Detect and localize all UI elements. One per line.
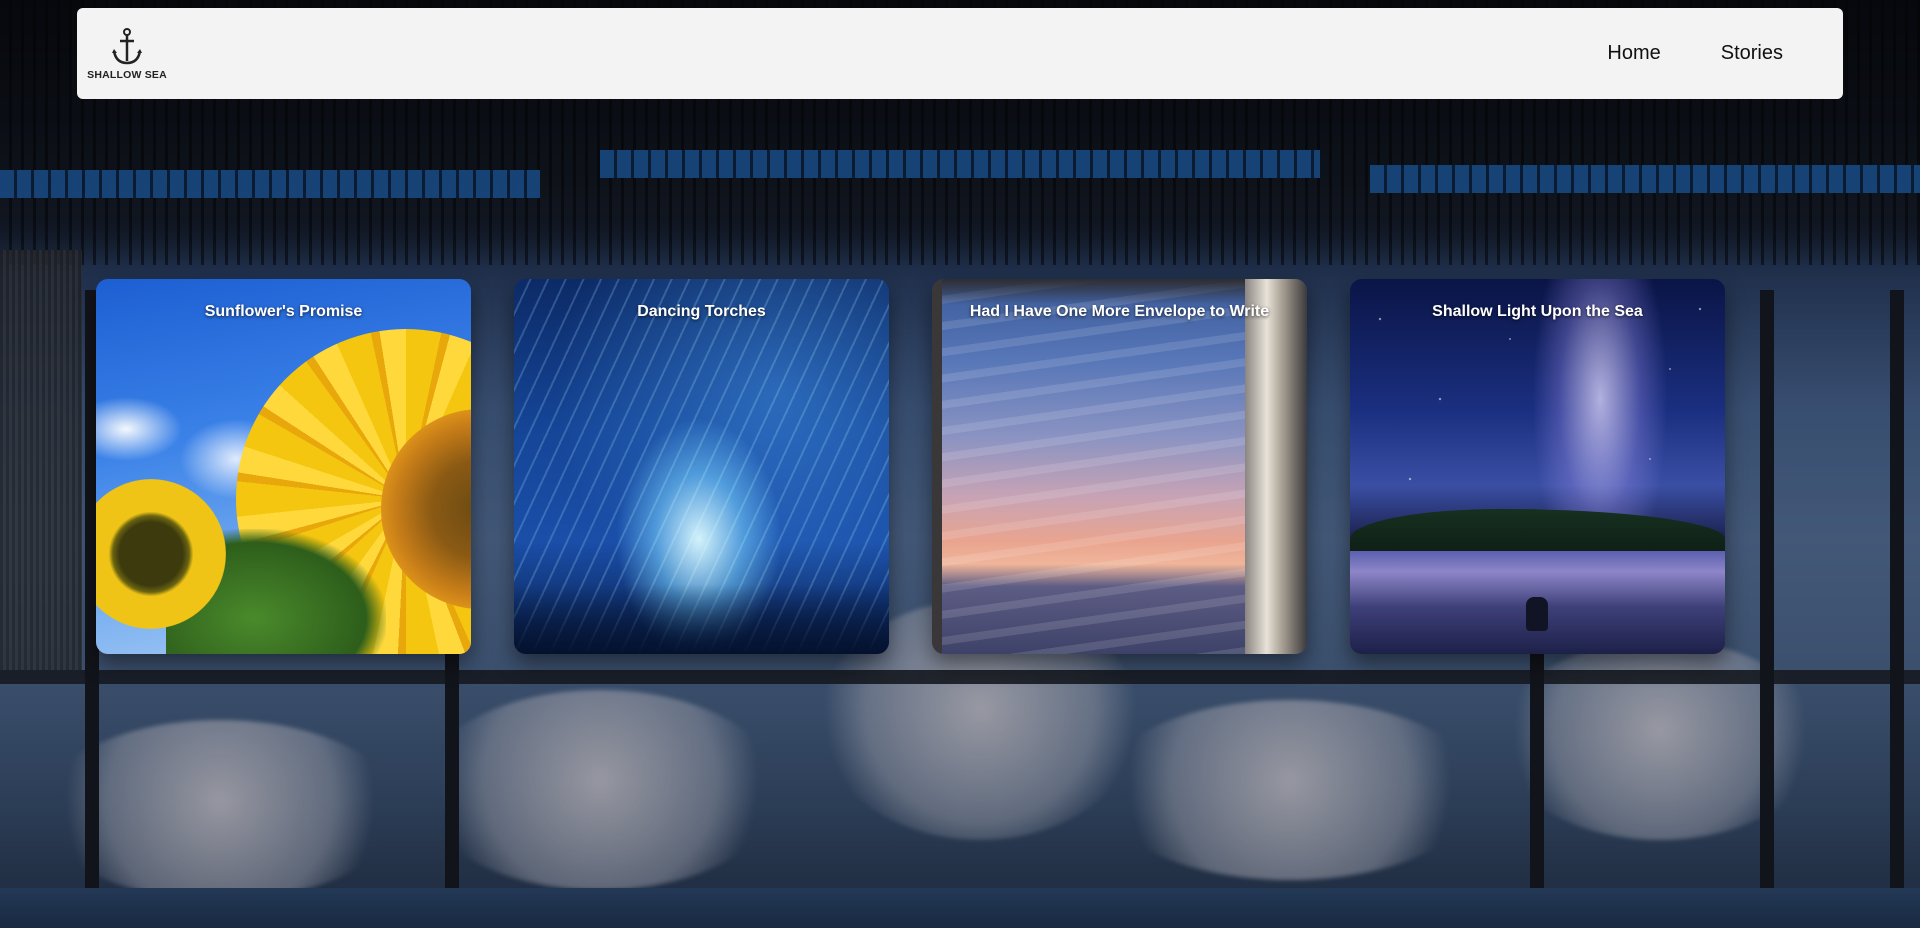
card-image-milky-way <box>1350 279 1725 654</box>
main-nav: Home Stories <box>1577 34 1813 73</box>
site-logo[interactable]: SHALLOW SEA <box>87 16 167 92</box>
card-image-sunflower <box>96 279 471 654</box>
anchor-icon <box>112 27 142 64</box>
story-card-shallow-light[interactable]: Shallow Light Upon the Sea <box>1350 279 1725 654</box>
card-image-sunset-window <box>932 279 1307 654</box>
story-card-dancing-torches[interactable]: Dancing Torches <box>514 279 889 654</box>
logo-text: SHALLOW SEA <box>87 68 167 81</box>
nav-home-link[interactable]: Home <box>1577 34 1690 73</box>
story-card-sunflowers-promise[interactable]: Sunflower's Promise <box>96 279 471 654</box>
card-title: Shallow Light Upon the Sea <box>1432 303 1643 320</box>
card-title: Dancing Torches <box>637 303 766 320</box>
site-header: SHALLOW SEA Home Stories <box>77 8 1843 99</box>
card-title: Sunflower's Promise <box>204 303 363 320</box>
card-title: Had I Have One More Envelope to Write <box>969 303 1270 320</box>
story-card-envelope[interactable]: Had I Have One More Envelope to Write <box>932 279 1307 654</box>
card-image-torches <box>514 279 889 654</box>
nav-stories-link[interactable]: Stories <box>1691 34 1813 73</box>
